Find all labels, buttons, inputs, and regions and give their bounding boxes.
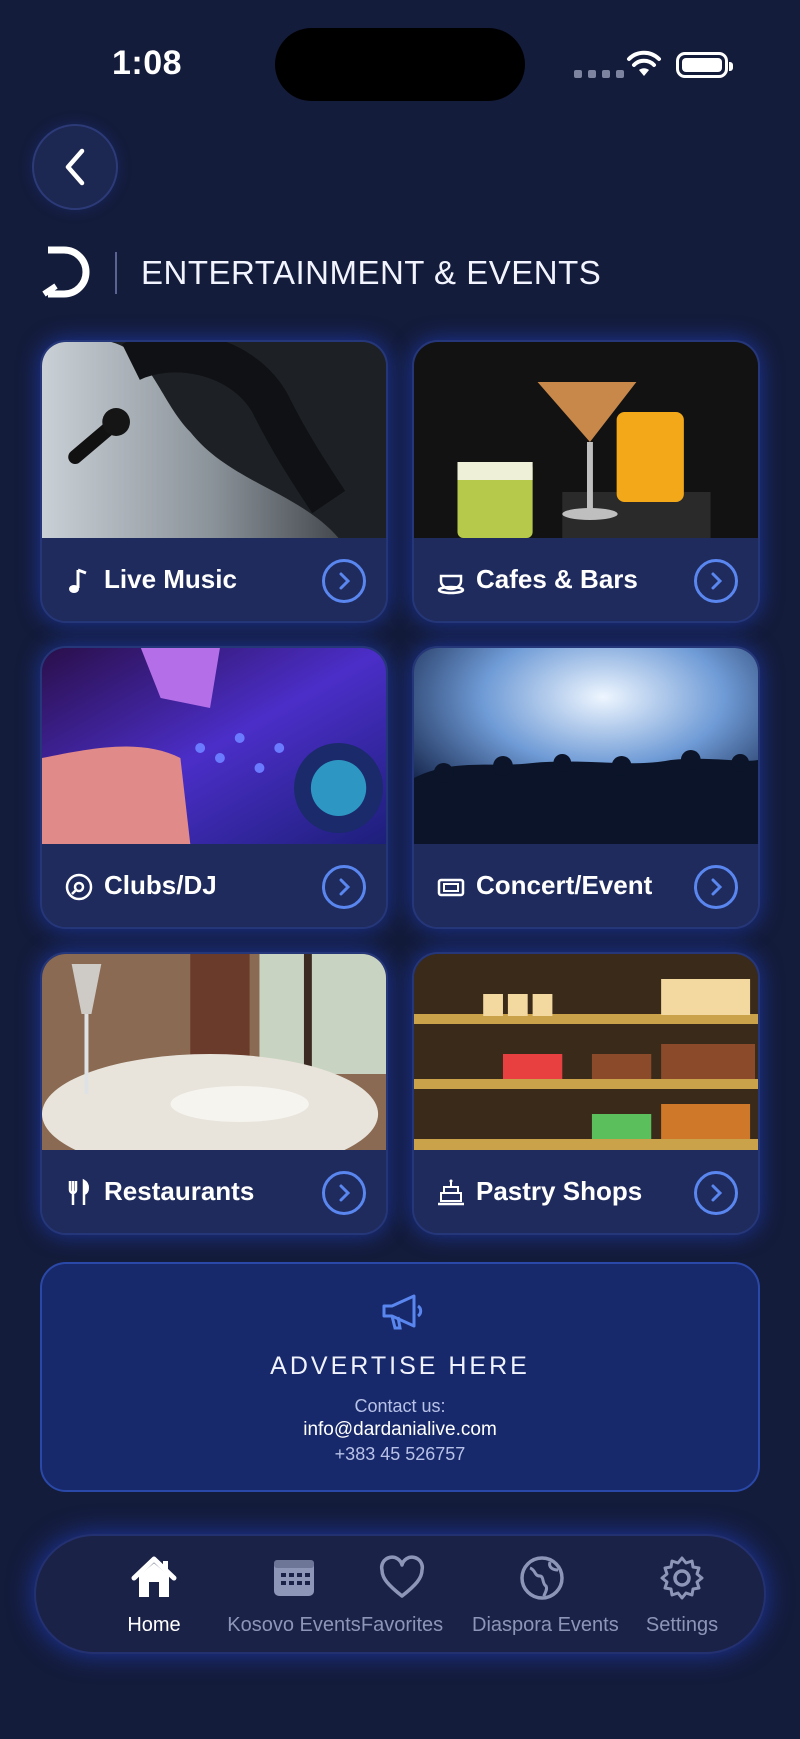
calendar-icon: [274, 1560, 314, 1596]
category-card-concert-event[interactable]: Concert/Event: [412, 646, 760, 929]
open-button[interactable]: [322, 865, 366, 909]
ad-phone-link[interactable]: +383 45 526757: [42, 1444, 758, 1465]
tab-settings[interactable]: Settings: [612, 1554, 752, 1637]
battery-icon: [676, 52, 733, 78]
cake-icon: [438, 1179, 464, 1206]
open-button[interactable]: [322, 1171, 366, 1215]
chevron-right-icon: [711, 572, 723, 590]
chevron-right-icon: [339, 878, 351, 896]
pastry-shops-photo: [414, 954, 758, 1150]
open-button[interactable]: [322, 559, 366, 603]
wifi-icon: [627, 50, 661, 76]
tab-label: Home: [127, 1614, 181, 1636]
tab-diaspora-events[interactable]: Diaspora Events: [472, 1554, 619, 1637]
music-note-icon: [69, 568, 87, 593]
ad-email-link[interactable]: info@dardanialive.com: [42, 1419, 758, 1441]
bottom-tab-bar: Home Kosovo Events Favorites Diaspora Ev…: [34, 1534, 766, 1654]
tab-home[interactable]: Home: [84, 1554, 224, 1637]
category-card-pastry-shops[interactable]: Pastry Shops: [412, 952, 760, 1235]
chevron-right-icon: [339, 1184, 351, 1202]
megaphone-icon: [382, 1294, 423, 1330]
chevron-right-icon: [711, 878, 723, 896]
chevron-right-icon: [339, 572, 351, 590]
ad-contact-label: Contact us:: [354, 1396, 446, 1416]
category-label: Restaurants: [104, 1176, 255, 1206]
home-icon: [131, 1556, 177, 1597]
clubs-dj-photo: [42, 648, 386, 844]
category-label: Pastry Shops: [476, 1176, 643, 1206]
chevron-right-icon: [711, 1184, 723, 1202]
cellular-signal-icon: [574, 70, 624, 78]
ad-title: ADVERTISE HERE: [270, 1352, 530, 1380]
back-button[interactable]: [32, 124, 118, 210]
tab-label: Favorites: [360, 1614, 444, 1636]
category-card-clubs-dj[interactable]: Clubs/DJ: [40, 646, 388, 929]
category-label: Live Music: [104, 564, 237, 594]
dynamic-island: [275, 28, 525, 101]
live-music-photo: [42, 342, 386, 538]
globe-icon: [520, 1556, 564, 1600]
category-label: Clubs/DJ: [104, 870, 217, 900]
concert-event-photo: [414, 648, 758, 844]
tab-label: Diaspora Events: [472, 1614, 619, 1636]
category-label: Concert/Event: [476, 870, 653, 900]
category-card-live-music[interactable]: Live Music: [40, 340, 388, 623]
page-title: ENTERTAINMENT & EVENTS: [141, 254, 602, 291]
advertise-banner[interactable]: ADVERTISE HERE Contact us: info@dardania…: [40, 1262, 760, 1492]
header-divider: [115, 252, 117, 294]
tab-label: Settings: [645, 1614, 719, 1636]
restaurants-photo: [42, 954, 386, 1150]
app-logo: [42, 246, 90, 298]
category-card-restaurants[interactable]: Restaurants: [40, 952, 388, 1235]
fork-knife-icon: [68, 1178, 89, 1205]
gear-icon: [660, 1556, 704, 1600]
open-button[interactable]: [694, 1171, 738, 1215]
open-button[interactable]: [694, 865, 738, 909]
tab-favorites[interactable]: Favorites: [332, 1554, 472, 1637]
category-card-cafes-bars[interactable]: Cafes & Bars: [412, 340, 760, 623]
cafes-bars-photo: [414, 342, 758, 538]
heart-icon: [379, 1555, 425, 1598]
chevron-left-icon: [65, 148, 85, 186]
coffee-cup-icon: [437, 574, 465, 595]
vinyl-disc-icon: [65, 873, 93, 901]
category-label: Cafes & Bars: [476, 564, 638, 594]
ticket-icon: [437, 878, 465, 897]
open-button[interactable]: [694, 559, 738, 603]
status-time: 1:08: [112, 44, 183, 82]
